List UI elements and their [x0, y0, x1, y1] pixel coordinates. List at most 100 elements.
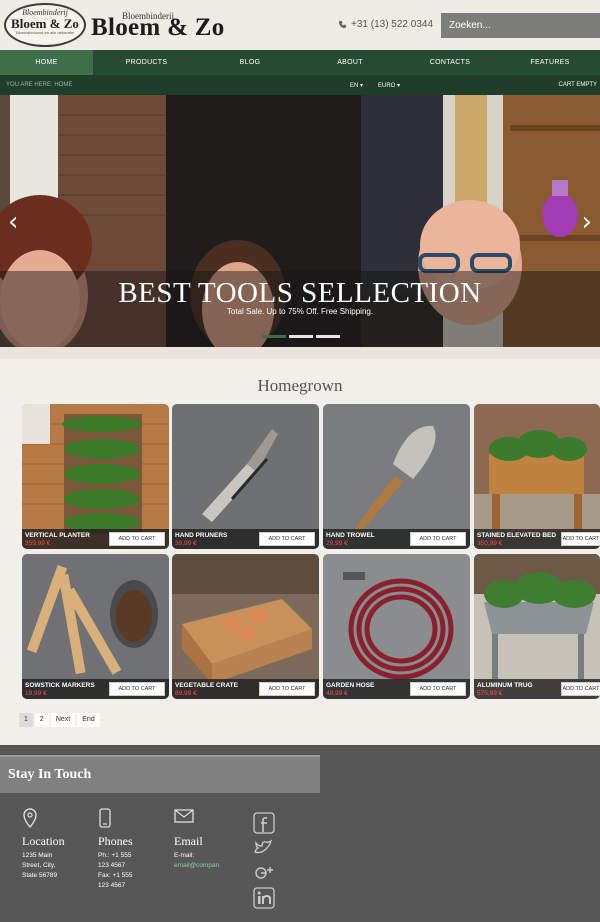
- product-price: 49,99 €: [326, 690, 348, 697]
- product-price: 359,99 €: [25, 540, 51, 547]
- nav-contacts[interactable]: CONTACTS: [400, 50, 500, 75]
- product-card[interactable]: HAND PRUNERS 39,99 € ADD TO CART: [172, 404, 319, 549]
- phones-line: 123 4567: [98, 862, 126, 869]
- google-plus-icon[interactable]: [253, 862, 275, 884]
- product-price: 29,99 €: [326, 540, 348, 547]
- search-input[interactable]: Zoeken...: [441, 13, 600, 38]
- product-price: 19,99 €: [25, 690, 47, 697]
- product-image-aluminum-trug: [474, 554, 600, 699]
- location-line: Street, City,: [22, 862, 56, 869]
- facebook-icon[interactable]: [253, 812, 275, 834]
- phones-line: 123 4567: [98, 882, 126, 889]
- product-card[interactable]: VEGETABLE CRATE 89,99 € ADD TO CART: [172, 554, 319, 699]
- product-image-vegetable-crate: [172, 554, 319, 699]
- product-name[interactable]: VEGETABLE CRATE: [175, 682, 238, 689]
- footer-phones: Phones Ph.: +1 555 123 4567 Fax: +1 555 …: [98, 808, 133, 891]
- hero-subtitle: Total Sale. Up to 75% Off. Free Shipping…: [226, 307, 374, 316]
- product-name[interactable]: GARDEN HOSE: [326, 682, 374, 689]
- product-name[interactable]: VERTICAL PLANTER: [25, 532, 90, 539]
- phones-line: Fax: +1 555: [98, 872, 133, 879]
- footer-heading: Stay In Touch: [8, 767, 92, 782]
- stay-in-touch-bar: Stay In Touch: [0, 755, 320, 793]
- product-image-vertical-planter: [22, 404, 169, 549]
- email-title: Email: [174, 834, 203, 848]
- nav-products[interactable]: PRODUCTS: [93, 50, 200, 75]
- linkedin-icon[interactable]: [253, 887, 275, 909]
- product-name[interactable]: HAND TROWEL: [326, 532, 375, 539]
- social-links: [253, 812, 275, 909]
- add-to-cart-button[interactable]: ADD TO CART: [410, 682, 466, 696]
- slider-dot-2[interactable]: [289, 335, 313, 338]
- section-title: Homegrown: [257, 376, 343, 395]
- footer: Stay In Touch Location 1235 Main Street,…: [0, 745, 600, 922]
- mobile-icon: [99, 808, 111, 828]
- footer-location: Location 1235 Main Street, City, State 5…: [22, 808, 65, 881]
- add-to-cart-button[interactable]: ADD TO CART: [259, 532, 315, 546]
- breadcrumb: YOU ARE HERE: HOME: [6, 82, 73, 88]
- location-title: Location: [22, 834, 65, 848]
- product-image-hand-trowel: [323, 404, 470, 549]
- location-icon: [23, 808, 37, 829]
- twitter-icon[interactable]: [253, 837, 275, 859]
- product-image-hand-pruners: [172, 404, 319, 549]
- email-link[interactable]: email@compan: [174, 861, 219, 871]
- add-to-cart-button[interactable]: ADD TO CART: [109, 682, 165, 696]
- header: Bloembinderij Bloem & Zo Bloemsierkunst …: [0, 0, 600, 50]
- add-to-cart-button[interactable]: ADD TO CART: [259, 682, 315, 696]
- divider-stripe: [0, 347, 600, 359]
- product-name[interactable]: HAND PRUNERS: [175, 532, 227, 539]
- page-end[interactable]: End: [77, 713, 100, 727]
- phone-icon: [338, 20, 347, 29]
- product-card[interactable]: HAND TROWEL 29,99 € ADD TO CART: [323, 404, 470, 549]
- product-price: 575,99 €: [477, 690, 503, 697]
- cart-status[interactable]: CART EMPTY: [559, 82, 597, 88]
- add-to-cart-button[interactable]: ADD TO CART: [109, 532, 165, 546]
- slider-dot-1[interactable]: [262, 335, 286, 338]
- page-2[interactable]: 2: [34, 713, 49, 727]
- slider-prev-arrow[interactable]: ‹: [8, 207, 18, 237]
- logo-tagline: Bloemsierkunst en alle dekoratie: [16, 30, 74, 35]
- add-to-cart-button[interactable]: ADD TO CART: [410, 532, 466, 546]
- sub-bar: YOU ARE HERE: HOME EN ▾ EURO ▾ CART EMPT…: [0, 75, 600, 95]
- pagination: 1 2 Next End: [19, 713, 100, 727]
- add-to-cart-button[interactable]: ADD TO CART: [561, 682, 600, 696]
- phones-title: Phones: [98, 834, 133, 848]
- product-card[interactable]: SOWSTICK MARKERS 19,99 € ADD TO CART: [22, 554, 169, 699]
- page-1[interactable]: 1: [19, 713, 33, 727]
- product-price: 350,99 €: [477, 540, 503, 547]
- header-phone: +31 (13) 522 0344: [338, 19, 433, 30]
- hero-title: BEST TOOLS SELLECTION: [118, 277, 482, 309]
- email-label: E-mail:: [174, 852, 195, 859]
- product-name[interactable]: ALUMINUM TRUG: [477, 682, 533, 689]
- language-select[interactable]: EN ▾: [350, 82, 363, 89]
- location-line: 1235 Main: [22, 852, 53, 859]
- page-next[interactable]: Next: [50, 713, 76, 727]
- nav-about[interactable]: ABOUT: [300, 50, 400, 75]
- main-nav: HOME PRODUCTS BLOG ABOUT CONTACTS FEATUR…: [0, 50, 600, 75]
- nav-features[interactable]: FEATURES: [500, 50, 600, 75]
- product-image-sowstick-markers: [22, 554, 169, 699]
- product-card[interactable]: STAINED ELEVATED BED 350,99 € ADD TO CAR…: [474, 404, 600, 549]
- product-price: 39,99 €: [175, 540, 197, 547]
- product-card[interactable]: ALUMINUM TRUG 575,99 € ADD TO CART: [474, 554, 600, 699]
- product-image-garden-hose: [323, 554, 470, 699]
- product-name[interactable]: SOWSTICK MARKERS: [25, 682, 95, 689]
- product-card[interactable]: VERTICAL PLANTER 359,99 € ADD TO CART: [22, 404, 169, 549]
- slider-dot-3[interactable]: [316, 335, 340, 338]
- logo[interactable]: Bloembinderij Bloem & Zo Bloemsierkunst …: [4, 3, 86, 47]
- location-line: State 56789: [22, 872, 58, 879]
- hero-slider: BEST TOOLS SELLECTION Total Sale. Up to …: [0, 95, 600, 347]
- nav-blog[interactable]: BLOG: [200, 50, 300, 75]
- logo-main-text: Bloem & Zo: [11, 16, 79, 31]
- slider-dots: [262, 335, 340, 338]
- product-name[interactable]: STAINED ELEVATED BED: [477, 532, 556, 539]
- brand-name[interactable]: Bloem & Zo: [91, 14, 225, 42]
- nav-home[interactable]: HOME: [0, 50, 93, 75]
- product-image-stained-elevated-bed: [474, 404, 600, 549]
- currency-select[interactable]: EURO ▾: [378, 82, 400, 89]
- phones-line: Ph.: +1 555: [98, 852, 132, 859]
- add-to-cart-button[interactable]: ADD TO CART: [561, 532, 600, 546]
- product-card[interactable]: GARDEN HOSE 49,99 € ADD TO CART: [323, 554, 470, 699]
- phone-number: +31 (13) 522 0344: [351, 19, 434, 30]
- slider-next-arrow[interactable]: ›: [582, 207, 592, 237]
